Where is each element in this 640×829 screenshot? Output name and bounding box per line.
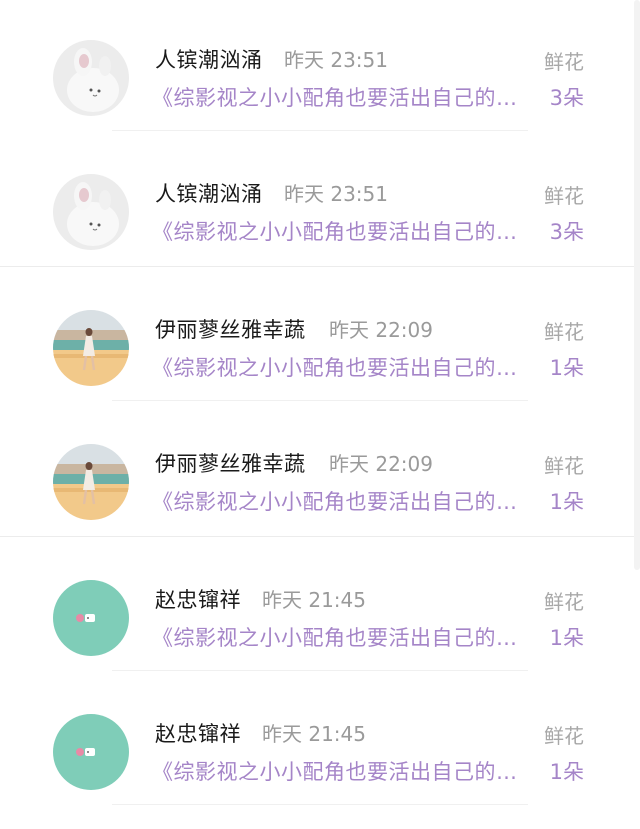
book-title-link[interactable]: 《综影视之小小配角也要活出自己的…	[152, 756, 518, 786]
sender-name: 赵忠镩祥	[155, 588, 241, 612]
gift-count: 1朵	[549, 760, 584, 784]
book-title-link[interactable]: 《综影视之小小配角也要活出自己的…	[152, 352, 518, 382]
beach-photo-avatar-icon[interactable]	[53, 444, 129, 520]
gift-count: 1朵	[549, 626, 584, 650]
list-item[interactable]: 伊丽蓼丝雅幸蔬 昨天 22:09 《综影视之小小配角也要活出自己的… 鲜花 1朵	[0, 404, 640, 538]
sender-name: 赵忠镩祥	[155, 722, 241, 746]
book-title-link[interactable]: 《综影视之小小配角也要活出自己的…	[152, 216, 518, 246]
timestamp: 昨天 21:45	[262, 722, 366, 746]
gift-count: 1朵	[549, 356, 584, 380]
timestamp: 昨天 21:45	[262, 588, 366, 612]
timestamp: 昨天 23:51	[284, 48, 388, 72]
gift-count: 1朵	[549, 490, 584, 514]
timestamp: 昨天 22:09	[329, 318, 433, 342]
sender-name: 伊丽蓼丝雅幸蔬	[155, 318, 306, 342]
timestamp: 昨天 23:51	[284, 182, 388, 206]
item-divider	[112, 804, 528, 805]
sender-name: 人镔潮汹涌	[155, 182, 263, 206]
group-divider	[0, 266, 640, 267]
gift-type-label: 鲜花	[544, 724, 584, 748]
sender-name: 人镔潮汹涌	[155, 48, 263, 72]
list-item[interactable]: 人镔潮汹涌 昨天 23:51 《综影视之小小配角也要活出自己的… 鲜花 3朵	[0, 134, 640, 268]
gift-record-list: 人镔潮汹涌 昨天 23:51 《综影视之小小配角也要活出自己的… 鲜花 3朵 人…	[0, 0, 640, 829]
group-divider	[0, 536, 640, 537]
gift-count: 3朵	[549, 86, 584, 110]
list-item[interactable]: 赵忠镩祥 昨天 21:45 《综影视之小小配角也要活出自己的… 鲜花 1朵	[0, 674, 640, 808]
rabbit-avatar-icon[interactable]	[53, 174, 129, 250]
gift-type-label: 鲜花	[544, 590, 584, 614]
sender-name: 伊丽蓼丝雅幸蔬	[155, 452, 306, 476]
gift-type-label: 鲜花	[544, 184, 584, 208]
teal-circle-avatar-icon[interactable]	[53, 714, 129, 790]
book-title-link[interactable]: 《综影视之小小配角也要活出自己的…	[152, 486, 518, 516]
list-item[interactable]: 人镔潮汹涌 昨天 23:51 《综影视之小小配角也要活出自己的… 鲜花 3朵	[0, 0, 640, 134]
rabbit-avatar-icon[interactable]	[53, 40, 129, 116]
gift-count: 3朵	[549, 220, 584, 244]
item-divider	[112, 400, 528, 401]
book-title-link[interactable]: 《综影视之小小配角也要活出自己的…	[152, 82, 518, 112]
list-item[interactable]: 伊丽蓼丝雅幸蔬 昨天 22:09 《综影视之小小配角也要活出自己的… 鲜花 1朵	[0, 270, 640, 404]
gift-type-label: 鲜花	[544, 320, 584, 344]
book-title-link[interactable]: 《综影视之小小配角也要活出自己的…	[152, 622, 518, 652]
list-item[interactable]: 赵忠镩祥 昨天 21:45 《综影视之小小配角也要活出自己的… 鲜花 1朵	[0, 540, 640, 674]
beach-photo-avatar-icon[interactable]	[53, 310, 129, 386]
item-divider	[112, 130, 528, 131]
timestamp: 昨天 22:09	[329, 452, 433, 476]
gift-type-label: 鲜花	[544, 50, 584, 74]
teal-circle-avatar-icon[interactable]	[53, 580, 129, 656]
item-divider	[112, 670, 528, 671]
gift-type-label: 鲜花	[544, 454, 584, 478]
scrollbar[interactable]	[634, 0, 640, 570]
